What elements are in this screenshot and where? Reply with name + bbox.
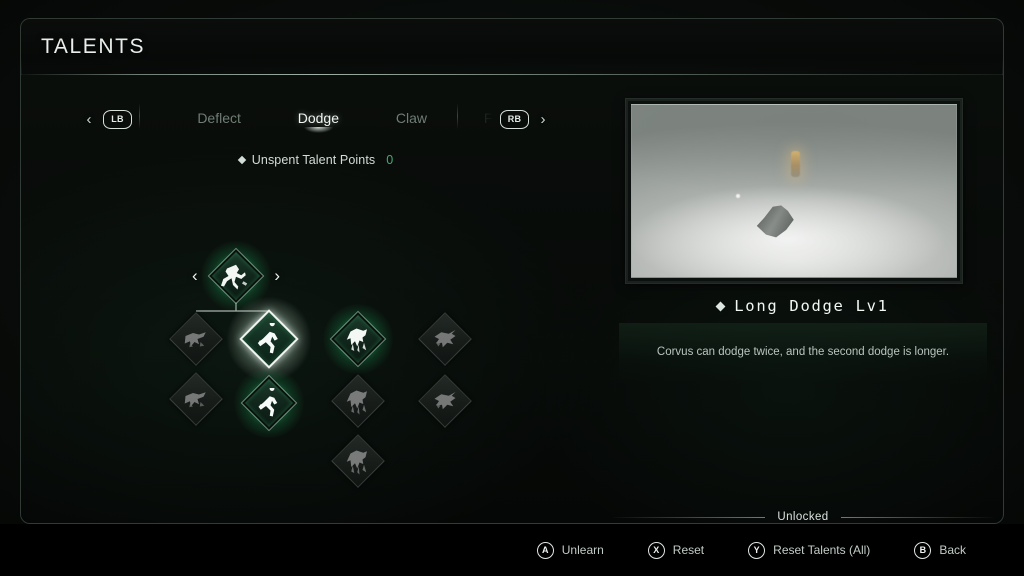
action-unlearn-label: Unlearn: [561, 543, 604, 557]
talent-node-col3-unlocked[interactable]: [323, 304, 393, 374]
beast-claw-glyph: [346, 390, 367, 415]
talent-status-row: Unlocked: [613, 511, 993, 523]
beast-claw-glyph: [346, 328, 367, 353]
tab-dodge[interactable]: Dodge: [297, 110, 340, 133]
talent-node-dodge-2[interactable]: [234, 368, 304, 438]
claw-slash-glyph: [184, 392, 206, 408]
talent-title-row: Long Dodge Lv1: [601, 297, 1003, 315]
title-bar: TALENTS: [21, 19, 1003, 74]
tab-claw[interactable]: Claw: [396, 110, 427, 129]
talent-preview-video: [631, 104, 957, 278]
talent-title: Long Dodge Lv1: [734, 297, 889, 315]
talent-node-col4-locked-2[interactable]: [417, 373, 473, 429]
dodge-leap-glyph: [257, 323, 278, 354]
distant-lantern-figure: [790, 151, 800, 178]
action-back[interactable]: B Back: [914, 541, 966, 559]
talent-node-col3-locked-2[interactable]: [330, 433, 386, 489]
diamond-bullet-icon: [237, 155, 247, 165]
dodge-leap-glyph: [258, 388, 278, 417]
tab-divider-right: [457, 103, 458, 129]
status-rule-left: [613, 516, 766, 518]
talent-node-col1-locked-2[interactable]: [168, 371, 224, 427]
raven-wing-glyph: [434, 392, 456, 410]
beast-claw-glyph: [346, 450, 367, 475]
tab-divider-left: [139, 103, 140, 129]
chevron-right-icon[interactable]: ›: [535, 111, 551, 128]
page-title: TALENTS: [41, 34, 146, 58]
unspent-points-value: 0: [386, 153, 394, 167]
action-reset[interactable]: X Reset: [647, 541, 705, 559]
talent-tree: ‹ ›: [21, 171, 581, 523]
button-y-icon: Y: [748, 541, 766, 559]
cursor-arrow-left[interactable]: ‹: [192, 266, 198, 286]
panel-body: ‹ LB er Deflect Dodge Claw Fea RB › Unsp…: [21, 75, 1003, 523]
talent-description-box: Corvus can dodge twice, and the second d…: [619, 323, 987, 383]
action-unlearn[interactable]: A Unlearn: [536, 541, 604, 559]
dodge-roll-glyph: [221, 264, 248, 290]
left-bumper-button[interactable]: LB: [103, 109, 132, 129]
claw-slash-glyph: [184, 332, 206, 348]
action-reset-all[interactable]: Y Reset Talents (All): [748, 541, 871, 559]
button-a-icon: A: [536, 541, 554, 559]
talent-description: Corvus can dodge twice, and the second d…: [656, 346, 950, 359]
talent-node-root-dodge[interactable]: ‹ ›: [192, 241, 280, 311]
action-bar: A Unlearn X Reset Y Reset Talents (All) …: [0, 524, 1024, 576]
talent-preview-frame: [626, 99, 962, 283]
talents-panel: TALENTS ‹ LB er Deflect Dodge Claw Fea R…: [20, 18, 1004, 524]
tab-strip: ‹ LB er Deflect Dodge Claw Fea RB ›: [81, 101, 551, 137]
talent-detail-panel: Long Dodge Lv1 Corvus can dodge twice, a…: [601, 75, 1003, 523]
action-reset-all-label: Reset Talents (All): [773, 543, 871, 557]
talent-node-long-dodge[interactable]: [226, 296, 312, 382]
tab-list: er Deflect Dodge Claw Fea: [138, 101, 494, 137]
cursor-arrow-right[interactable]: ›: [274, 266, 280, 286]
action-reset-label: Reset: [672, 543, 705, 557]
diamond-bullet-icon: [715, 301, 726, 311]
right-bumper-button[interactable]: RB: [500, 109, 529, 129]
chevron-left-icon[interactable]: ‹: [81, 111, 97, 128]
raven-wing-glyph: [434, 330, 456, 348]
tab-deflect[interactable]: Deflect: [197, 110, 241, 129]
unspent-points-label: Unspent Talent Points: [251, 153, 376, 167]
status-badge: Unlocked: [777, 511, 829, 523]
talent-node-col3-locked-1[interactable]: [330, 373, 386, 429]
talent-node-col1-locked-1[interactable]: [168, 311, 224, 367]
button-x-icon: X: [647, 541, 665, 559]
unspent-talent-points-row: Unspent Talent Points 0: [81, 153, 551, 167]
button-b-icon: B: [914, 541, 932, 559]
talent-node-col4-locked-1[interactable]: [417, 311, 473, 367]
action-back-label: Back: [939, 543, 966, 557]
tab-partial-right[interactable]: Fea: [484, 110, 494, 129]
fog-overlay: [632, 105, 956, 277]
status-rule-right: [840, 516, 993, 518]
